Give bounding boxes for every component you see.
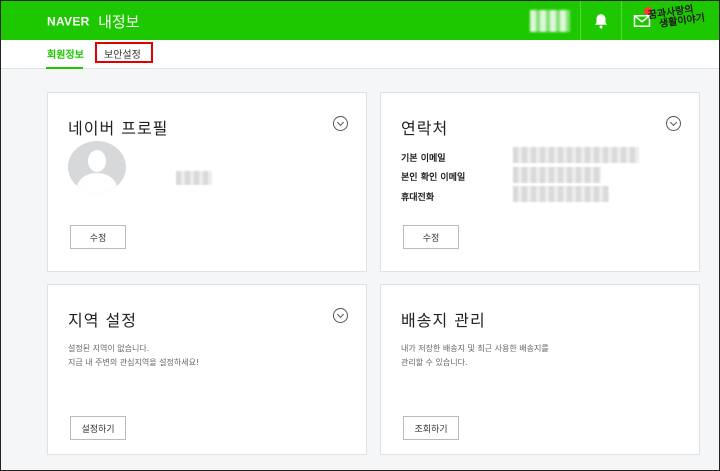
tab-bar: 회원정보 보안설정	[1, 40, 719, 69]
tab-security-settings[interactable]: 보안설정	[104, 46, 141, 61]
contact-edit-button[interactable]: 수정	[403, 225, 459, 249]
user-avatar-blurred[interactable]	[530, 10, 570, 32]
verification-email-blurred	[513, 167, 601, 183]
page-title: 내정보	[98, 14, 140, 31]
primary-email-label: 기본 이메일	[401, 154, 446, 164]
verification-email-label: 본인 확인 이메일	[401, 173, 466, 183]
tab-member-info[interactable]: 회원정보	[47, 46, 84, 61]
region-desc-line2: 지금 내 주변의 관심지역을 설정하세요!	[68, 358, 200, 367]
profile-card-title: 네이버 프로필	[68, 119, 169, 138]
shipping-card: 배송지 관리 내가 저장한 배송지 및 최근 사용한 배송지를 관리할 수 있습…	[380, 284, 700, 455]
primary-email-blurred	[513, 147, 639, 163]
chevron-down-icon[interactable]	[333, 308, 348, 323]
profile-edit-button[interactable]: 수정	[70, 225, 126, 249]
naver-logo: NAVER	[47, 14, 90, 29]
profile-avatar	[68, 141, 126, 193]
shipping-card-title: 배송지 관리	[401, 311, 486, 330]
region-desc-line1: 설정된 지역이 없습니다.	[68, 344, 150, 353]
active-tab-underline	[46, 67, 83, 69]
profile-card: 네이버 프로필 수정	[47, 92, 367, 272]
shipping-desc-line1: 내가 저장한 배송지 및 최근 사용한 배송지를	[401, 344, 549, 353]
region-card-title: 지역 설정	[68, 311, 137, 330]
watermark-sticker: 꿈과사랑의 생활이야기	[647, 3, 714, 40]
top-bar: NAVER 내정보 꿈과사랑의 생활이야기	[1, 1, 719, 40]
mobile-phone-label: 휴대전화	[401, 193, 435, 203]
divider	[621, 1, 622, 40]
region-card: 지역 설정 설정된 지역이 없습니다. 지금 내 주변의 관심지역을 설정하세요…	[47, 284, 367, 455]
mobile-phone-blurred	[513, 186, 609, 202]
contact-card-title: 연락처	[401, 119, 449, 138]
nickname-blurred	[176, 171, 212, 185]
chevron-down-icon[interactable]	[666, 116, 681, 131]
bell-icon[interactable]	[592, 12, 610, 30]
chevron-down-icon[interactable]	[333, 116, 348, 131]
brand-logo[interactable]: NAVER 내정보	[47, 11, 139, 32]
shipping-desc-line2: 관리할 수 있습니다.	[401, 358, 468, 367]
shipping-view-button[interactable]: 조회하기	[403, 416, 459, 440]
contact-card: 연락처 기본 이메일 본인 확인 이메일 휴대전화 수정	[380, 92, 700, 272]
region-setup-button[interactable]: 설정하기	[70, 416, 126, 440]
divider	[580, 1, 581, 40]
